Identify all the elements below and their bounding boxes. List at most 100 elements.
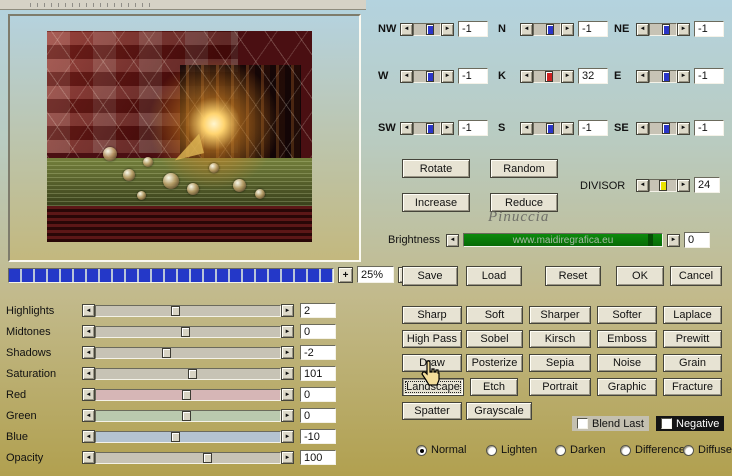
slider-value[interactable]: -10: [300, 429, 336, 444]
filter-button-high-pass[interactable]: High Pass: [402, 330, 462, 348]
arrow-right-icon[interactable]: ►: [561, 122, 574, 135]
arrow-left-icon[interactable]: ◄: [636, 23, 649, 36]
arrow-left-icon[interactable]: ◄: [446, 234, 459, 247]
arrow-right-icon[interactable]: ►: [677, 23, 690, 36]
arrow-right-icon[interactable]: ►: [561, 70, 574, 83]
cancel-button[interactable]: Cancel: [670, 266, 722, 286]
kernel-slider-track[interactable]: [413, 122, 441, 135]
kernel-value[interactable]: -1: [694, 21, 724, 37]
kernel-slider-track[interactable]: [413, 23, 441, 36]
blend-mode-normal[interactable]: Normal: [416, 444, 466, 456]
slider-track[interactable]: [95, 431, 281, 443]
blend-mode-diffuse[interactable]: Diffuse: [683, 444, 732, 456]
preview-progress-bar[interactable]: [8, 268, 334, 283]
arrow-right-icon[interactable]: ►: [441, 23, 454, 36]
filter-button-noise[interactable]: Noise: [597, 354, 657, 372]
arrow-right-icon[interactable]: ►: [281, 325, 294, 338]
slider-thumb[interactable]: [181, 327, 190, 337]
slider-track[interactable]: [95, 452, 281, 464]
arrow-right-icon[interactable]: ►: [561, 23, 574, 36]
filter-button-prewitt[interactable]: Prewitt: [663, 330, 722, 348]
kernel-value[interactable]: -1: [458, 68, 488, 84]
slider-track[interactable]: [95, 389, 281, 401]
arrow-right-icon[interactable]: ►: [677, 179, 690, 192]
filter-button-etch[interactable]: Etch: [470, 378, 518, 396]
kernel-slider-track[interactable]: [533, 122, 561, 135]
kernel-value[interactable]: 32: [578, 68, 608, 84]
filter-button-portrait[interactable]: Portrait: [529, 378, 591, 396]
kernel-slider-thumb[interactable]: [662, 24, 670, 35]
kernel-slider-thumb[interactable]: [545, 71, 553, 82]
radio-icon[interactable]: [683, 445, 694, 456]
kernel-value[interactable]: -1: [458, 120, 488, 136]
kernel-slider-track[interactable]: [413, 70, 441, 83]
divisor-value[interactable]: 24: [694, 177, 720, 193]
arrow-left-icon[interactable]: ◄: [82, 367, 95, 380]
filter-button-soft[interactable]: Soft: [466, 306, 523, 324]
kernel-slider-track[interactable]: [533, 23, 561, 36]
arrow-left-icon[interactable]: ◄: [82, 430, 95, 443]
rotate-button[interactable]: Rotate: [402, 159, 470, 178]
blend-last-checkbox[interactable]: [577, 418, 588, 429]
arrow-left-icon[interactable]: ◄: [400, 70, 413, 83]
kernel-slider-track[interactable]: [533, 70, 561, 83]
slider-thumb[interactable]: [171, 306, 180, 316]
kernel-slider-track[interactable]: [649, 122, 677, 135]
blend-mode-darken[interactable]: Darken: [555, 444, 605, 456]
kernel-value[interactable]: -1: [458, 21, 488, 37]
arrow-left-icon[interactable]: ◄: [636, 179, 649, 192]
slider-value[interactable]: 0: [300, 408, 336, 423]
arrow-right-icon[interactable]: ►: [281, 388, 294, 401]
kernel-slider-thumb[interactable]: [662, 123, 670, 134]
kernel-slider-thumb[interactable]: [426, 123, 434, 134]
kernel-value[interactable]: -1: [578, 21, 608, 37]
arrow-left-icon[interactable]: ◄: [82, 304, 95, 317]
load-button[interactable]: Load: [466, 266, 522, 286]
reset-button[interactable]: Reset: [545, 266, 601, 286]
filter-button-emboss[interactable]: Emboss: [597, 330, 657, 348]
divisor-slider-thumb[interactable]: [659, 180, 667, 191]
arrow-left-icon[interactable]: ◄: [82, 346, 95, 359]
arrow-right-icon[interactable]: ►: [441, 70, 454, 83]
filter-button-posterize[interactable]: Posterize: [466, 354, 523, 372]
arrow-right-icon[interactable]: ►: [441, 122, 454, 135]
slider-track[interactable]: [95, 368, 281, 380]
slider-track[interactable]: [95, 326, 281, 338]
arrow-left-icon[interactable]: ◄: [82, 409, 95, 422]
kernel-slider-thumb[interactable]: [426, 71, 434, 82]
radio-icon[interactable]: [555, 445, 566, 456]
kernel-slider-track[interactable]: [649, 70, 677, 83]
arrow-left-icon[interactable]: ◄: [82, 388, 95, 401]
slider-value[interactable]: 0: [300, 387, 336, 402]
kernel-value[interactable]: -1: [694, 68, 724, 84]
increase-button[interactable]: Increase: [402, 193, 470, 212]
divisor-slider-track[interactable]: [649, 179, 677, 192]
radio-icon[interactable]: [416, 445, 427, 456]
radio-icon[interactable]: [486, 445, 497, 456]
random-button[interactable]: Random: [490, 159, 558, 178]
arrow-right-icon[interactable]: ►: [667, 234, 680, 247]
brightness-slider-thumb[interactable]: [648, 234, 653, 246]
ok-button[interactable]: OK: [616, 266, 664, 286]
arrow-left-icon[interactable]: ◄: [82, 325, 95, 338]
arrow-left-icon[interactable]: ◄: [82, 451, 95, 464]
slider-thumb[interactable]: [162, 348, 171, 358]
slider-value[interactable]: 0: [300, 324, 336, 339]
negative-checkbox[interactable]: [661, 418, 672, 429]
filter-button-softer[interactable]: Softer: [597, 306, 657, 324]
arrow-left-icon[interactable]: ◄: [400, 23, 413, 36]
slider-thumb[interactable]: [182, 390, 191, 400]
arrow-left-icon[interactable]: ◄: [636, 122, 649, 135]
blend-last-toggle[interactable]: Blend Last: [572, 416, 649, 431]
negative-toggle[interactable]: Negative: [656, 416, 724, 431]
arrow-right-icon[interactable]: ►: [281, 346, 294, 359]
brightness-slider-track[interactable]: www.maidiregrafica.eu: [463, 233, 663, 247]
slider-thumb[interactable]: [182, 411, 191, 421]
filter-button-sharp[interactable]: Sharp: [402, 306, 462, 324]
slider-value[interactable]: -2: [300, 345, 336, 360]
brightness-value[interactable]: 0: [684, 232, 710, 248]
filter-button-graphic[interactable]: Graphic: [597, 378, 657, 396]
radio-icon[interactable]: [620, 445, 631, 456]
filter-button-grayscale[interactable]: Grayscale: [466, 402, 532, 420]
filter-button-grain[interactable]: Grain: [663, 354, 722, 372]
